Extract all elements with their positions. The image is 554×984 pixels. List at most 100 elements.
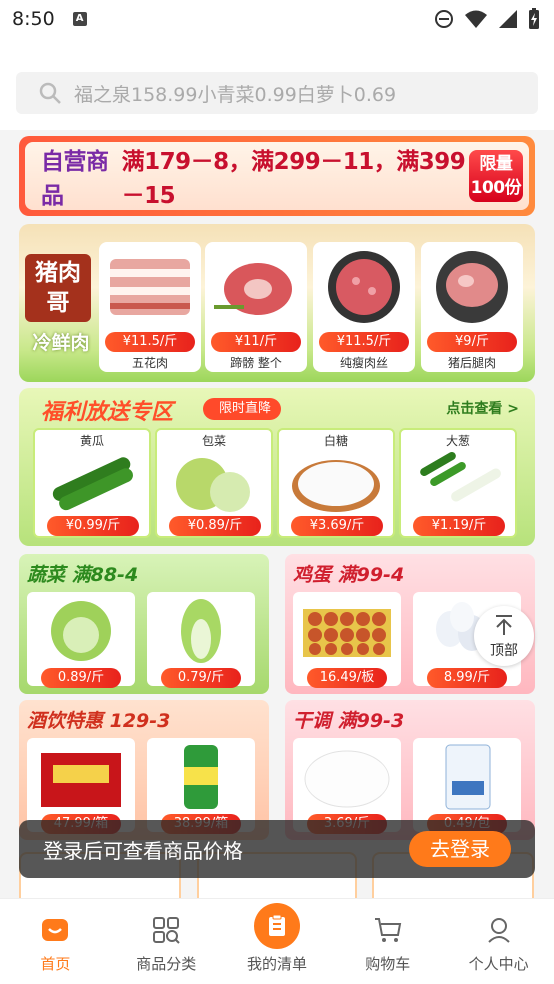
search-header: 福之泉158.99小青菜0.99白萝卜0.69 xyxy=(0,38,554,130)
status-bar: 8:50 A xyxy=(0,0,554,38)
product-price: 0.89/斤 xyxy=(41,668,121,688)
scallion-image xyxy=(401,448,515,516)
product-card-pork-belly[interactable]: ¥11.5/斤 五花肉 xyxy=(99,242,201,372)
pork-brand-sub: 冷鲜肉 xyxy=(32,332,90,354)
search-input[interactable]: 福之泉158.99小青菜0.99白萝卜0.69 xyxy=(16,72,538,114)
product-price: ¥11.5/斤 xyxy=(105,332,195,352)
pork-brand-line2: 哥 xyxy=(46,290,70,316)
product-price: ¥11/斤 xyxy=(211,332,301,352)
product-price: ¥9/斤 xyxy=(427,332,517,352)
product-card-cucumber[interactable]: 黄瓜 ¥0.99/斤 xyxy=(33,428,151,538)
product-price: ¥11.5/斤 xyxy=(319,332,409,352)
category-product[interactable]: 0.89/斤 xyxy=(27,592,135,688)
product-card-lean-pork-shreds[interactable]: ¥11.5/斤 纯瘦肉丝 xyxy=(313,242,415,372)
egg-tray-image xyxy=(293,592,401,668)
limited-badge-line1: 限量 xyxy=(479,154,513,174)
product-card-pork-hock[interactable]: ¥11/斤 蹄髈 整个 xyxy=(205,242,307,372)
wifi-icon xyxy=(465,10,487,28)
tab-label: 个人中心 xyxy=(468,955,529,973)
cucumber-image xyxy=(35,448,149,516)
product-name: 大葱 xyxy=(445,434,470,448)
arrow-up-icon xyxy=(496,615,512,635)
limited-time-tag: 限时直降 xyxy=(203,398,282,420)
promo-prefix: 自营商品 xyxy=(41,149,109,209)
tab-my-list[interactable]: 我的清单 xyxy=(222,899,333,984)
sugar-bowl-image xyxy=(293,738,401,814)
category-card-drinks[interactable]: 酒饮特惠 129-3 47.99/箱 38.99/箱 xyxy=(19,700,269,840)
category-title: 干调 满99-3 xyxy=(293,710,405,732)
product-card-pork-hind-leg[interactable]: ¥9/斤 猪后腿肉 xyxy=(421,242,523,372)
cart-icon xyxy=(374,918,401,942)
tab-categories[interactable]: 商品分类 xyxy=(111,899,222,984)
dnd-icon xyxy=(435,10,453,28)
tab-label: 我的清单 xyxy=(246,955,307,973)
product-price: 0.79/斤 xyxy=(161,668,241,688)
tab-home[interactable]: 首页 xyxy=(0,899,111,984)
category-product[interactable]: 16.49/板 xyxy=(293,592,401,688)
tab-label: 首页 xyxy=(40,955,71,973)
tab-profile[interactable]: 个人中心 xyxy=(443,899,554,984)
grid-search-icon xyxy=(153,917,180,944)
product-name: 五花肉 xyxy=(131,356,168,370)
tab-label: 购物车 xyxy=(365,955,411,973)
category-product[interactable]: 38.99/箱 xyxy=(147,738,255,834)
category-card-dry-goods[interactable]: 干调 满99-3 3.69/斤 0.49/包 xyxy=(285,700,535,840)
product-card-scallion[interactable]: 大葱 ¥1.19/斤 xyxy=(399,428,517,538)
welfare-title: 福利放送专区 xyxy=(41,400,174,425)
category-product[interactable]: 0.79/斤 xyxy=(147,592,255,688)
pork-brand: 猪肉 哥 冷鲜肉 xyxy=(25,254,97,376)
status-time: 8:50 xyxy=(12,8,55,30)
category-product[interactable]: 0.49/包 xyxy=(413,738,521,834)
category-card-vegetables[interactable]: 蔬菜 满88-4 0.89/斤 0.79/斤 xyxy=(19,554,269,694)
category-title: 蔬菜 满88-4 xyxy=(27,564,139,586)
lean-pork-image xyxy=(313,242,415,328)
search-placeholder: 福之泉158.99小青菜0.99白萝卜0.69 xyxy=(74,83,397,106)
napa-cabbage-image xyxy=(147,592,255,668)
category-product[interactable]: 3.69/斤 xyxy=(293,738,401,834)
promo-text: 满179－8，满299－11，满399－15 xyxy=(121,149,466,209)
promo-banner-inner: 自营商品 满179－8，满299－11，满399－15 限量 100份 xyxy=(25,142,529,210)
notification-a-icon: A xyxy=(72,12,87,26)
app-root: 8:50 A 福之泉158.99小青菜0.99白萝卜0.69 自营商品 满179… xyxy=(0,0,554,984)
home-icon xyxy=(42,919,69,941)
battery-icon xyxy=(529,8,539,29)
bottom-tab-bar: 首页 商品分类 我的清单 购物车 个人中心 xyxy=(0,898,554,984)
category-title: 鸡蛋 满99-4 xyxy=(293,564,405,586)
product-price: 8.99/斤 xyxy=(427,668,507,688)
product-name: 猪后腿肉 xyxy=(447,356,496,370)
login-button[interactable]: 去登录 xyxy=(409,831,511,867)
signal-icon xyxy=(499,10,517,28)
back-to-top-button[interactable]: 顶部 xyxy=(474,606,534,666)
product-price: ¥0.89/斤 xyxy=(169,516,261,536)
welfare-view-more-link[interactable]: 点击查看 > xyxy=(446,398,519,418)
tab-cart[interactable]: 购物车 xyxy=(332,899,443,984)
clipboard-icon xyxy=(268,914,285,936)
pork-brand-logo: 猪肉 哥 xyxy=(25,254,91,322)
category-product[interactable]: 47.99/箱 xyxy=(27,738,135,834)
promo-banner[interactable]: 自营商品 满179－8，满299－11，满399－15 限量 100份 xyxy=(19,136,535,216)
limited-badge-line2: 100份 xyxy=(470,178,522,198)
product-card-cabbage[interactable]: 包菜 ¥0.89/斤 xyxy=(155,428,273,538)
pork-hind-leg-image xyxy=(421,242,523,328)
product-price: 16.49/板 xyxy=(307,668,387,688)
login-prompt-text: 登录后可查看商品价格 xyxy=(43,838,243,863)
cabbage-image xyxy=(27,592,135,668)
product-price: ¥0.99/斤 xyxy=(47,516,139,536)
herbal-tea-box-image xyxy=(27,738,135,814)
tab-label: 商品分类 xyxy=(136,955,197,973)
product-name: 白糖 xyxy=(323,434,348,448)
limited-badge: 限量 100份 xyxy=(468,150,523,202)
status-left: 8:50 A xyxy=(12,8,87,30)
sugar-image xyxy=(279,448,393,516)
category-title: 酒饮特惠 129-3 xyxy=(27,710,171,732)
user-icon xyxy=(487,918,510,943)
pork-section[interactable]: 猪肉 哥 冷鲜肉 ¥11.5/斤 五花肉 ¥11/斤 蹄髈 整个 ¥11.5/斤… xyxy=(19,224,535,382)
product-price: ¥3.69/斤 xyxy=(291,516,383,536)
product-name: 纯瘦肉丝 xyxy=(339,356,388,370)
sprite-can-image xyxy=(147,738,255,814)
product-price: ¥1.19/斤 xyxy=(413,516,505,536)
pork-brand-line1: 猪肉 xyxy=(35,260,81,286)
product-name: 黄瓜 xyxy=(79,434,104,448)
cabbage-image xyxy=(157,448,271,516)
product-card-white-sugar[interactable]: 白糖 ¥3.69/斤 xyxy=(277,428,395,538)
